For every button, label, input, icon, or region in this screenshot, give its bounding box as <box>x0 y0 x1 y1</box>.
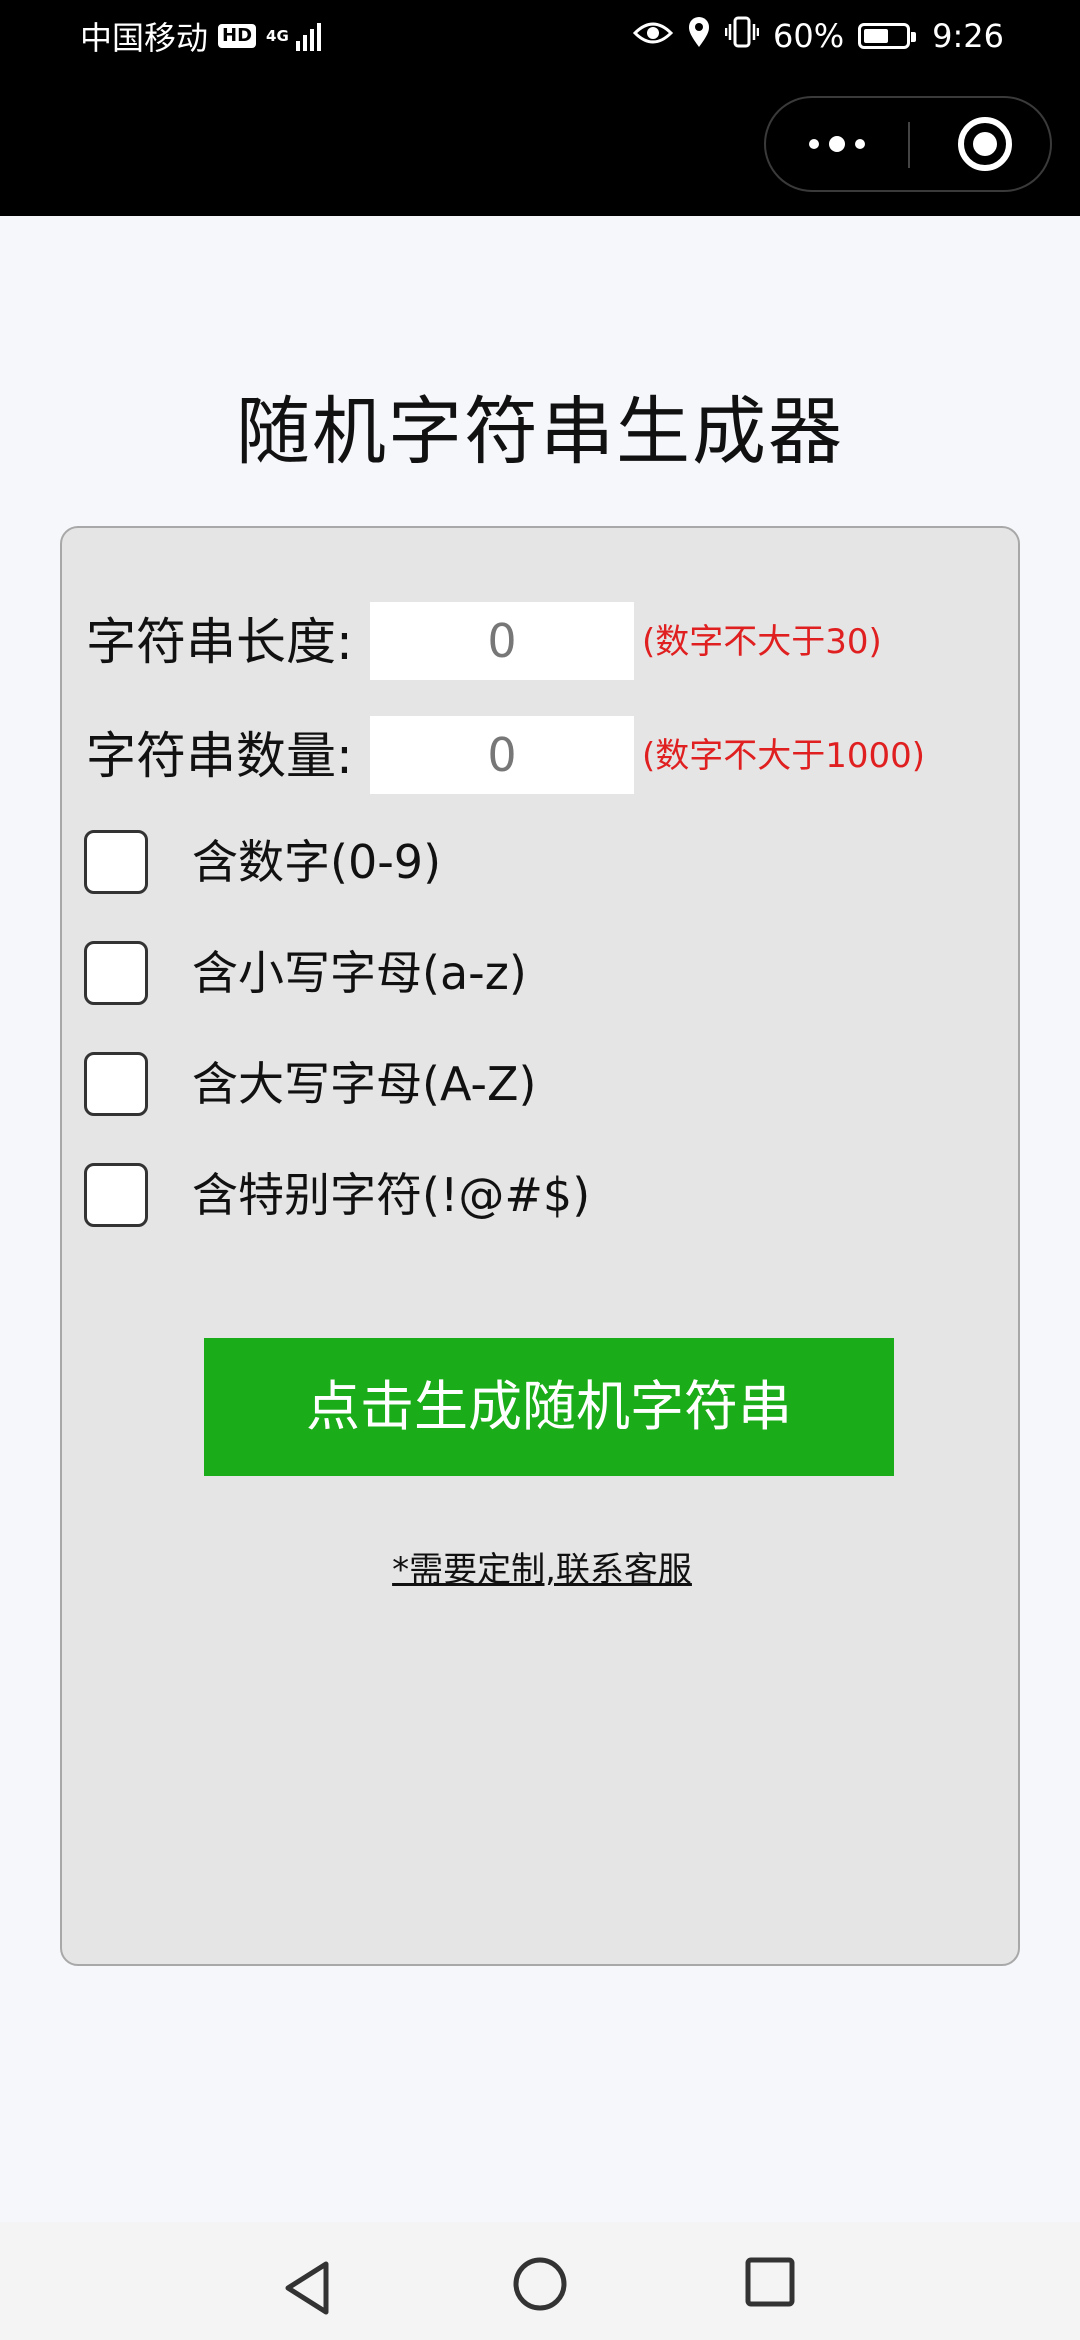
hd-icon: HD <box>218 24 257 48</box>
generate-button[interactable]: 点击生成随机字符串 <box>204 1338 894 1476</box>
dot-icon <box>855 139 865 149</box>
lowercase-checkbox[interactable] <box>84 941 148 1005</box>
capsule-divider <box>908 122 910 168</box>
battery-percent: 60% <box>773 17 845 55</box>
close-mini-program-button[interactable] <box>958 117 1012 171</box>
count-label: 字符串数量: <box>86 727 353 785</box>
eye-icon <box>632 17 674 55</box>
battery-icon <box>858 23 917 49</box>
option-label: 含数字(0-9) <box>192 835 442 889</box>
clock: 9:26 <box>932 17 1004 55</box>
dot-icon <box>809 139 819 149</box>
network-type: 4G <box>266 26 289 45</box>
length-hint: (数字不大于30) <box>642 622 882 662</box>
vibrate-icon <box>724 16 760 56</box>
contact-support-link[interactable]: *需要定制,联系客服 <box>62 1542 1022 1591</box>
signal-icon <box>296 21 322 51</box>
more-options-button[interactable] <box>766 98 908 190</box>
status-left: 中国移动 HD 4G <box>80 14 322 58</box>
recent-apps-icon[interactable] <box>744 2256 796 2308</box>
home-icon[interactable] <box>512 2256 568 2312</box>
mini-program-capsule <box>764 96 1052 192</box>
uppercase-checkbox[interactable] <box>84 1052 148 1116</box>
count-hint: (数字不大于1000) <box>642 736 926 776</box>
option-label: 含大写字母(A-Z) <box>192 1057 537 1111</box>
length-input[interactable]: 0 <box>370 602 634 680</box>
generator-card: 字符串长度: 0 (数字不大于30) 字符串数量: 0 (数字不大于1000) … <box>60 526 1020 1966</box>
option-label: 含特别字符(!@#$) <box>192 1168 591 1222</box>
status-right: 60% 9:26 <box>632 14 1004 58</box>
system-nav-bar <box>0 2222 1080 2340</box>
length-label: 字符串长度: <box>86 613 353 671</box>
option-label: 含小写字母(a-z) <box>192 946 527 1000</box>
location-icon <box>687 16 711 56</box>
page-title: 随机字符串生成器 <box>236 389 844 475</box>
status-bar: 中国移动 HD 4G 60% 9:26 <box>0 0 1080 216</box>
count-input[interactable]: 0 <box>370 716 634 794</box>
carrier-name: 中国移动 <box>80 19 209 57</box>
dot-icon <box>829 136 845 152</box>
digits-checkbox[interactable] <box>84 830 148 894</box>
special-checkbox[interactable] <box>84 1163 148 1227</box>
